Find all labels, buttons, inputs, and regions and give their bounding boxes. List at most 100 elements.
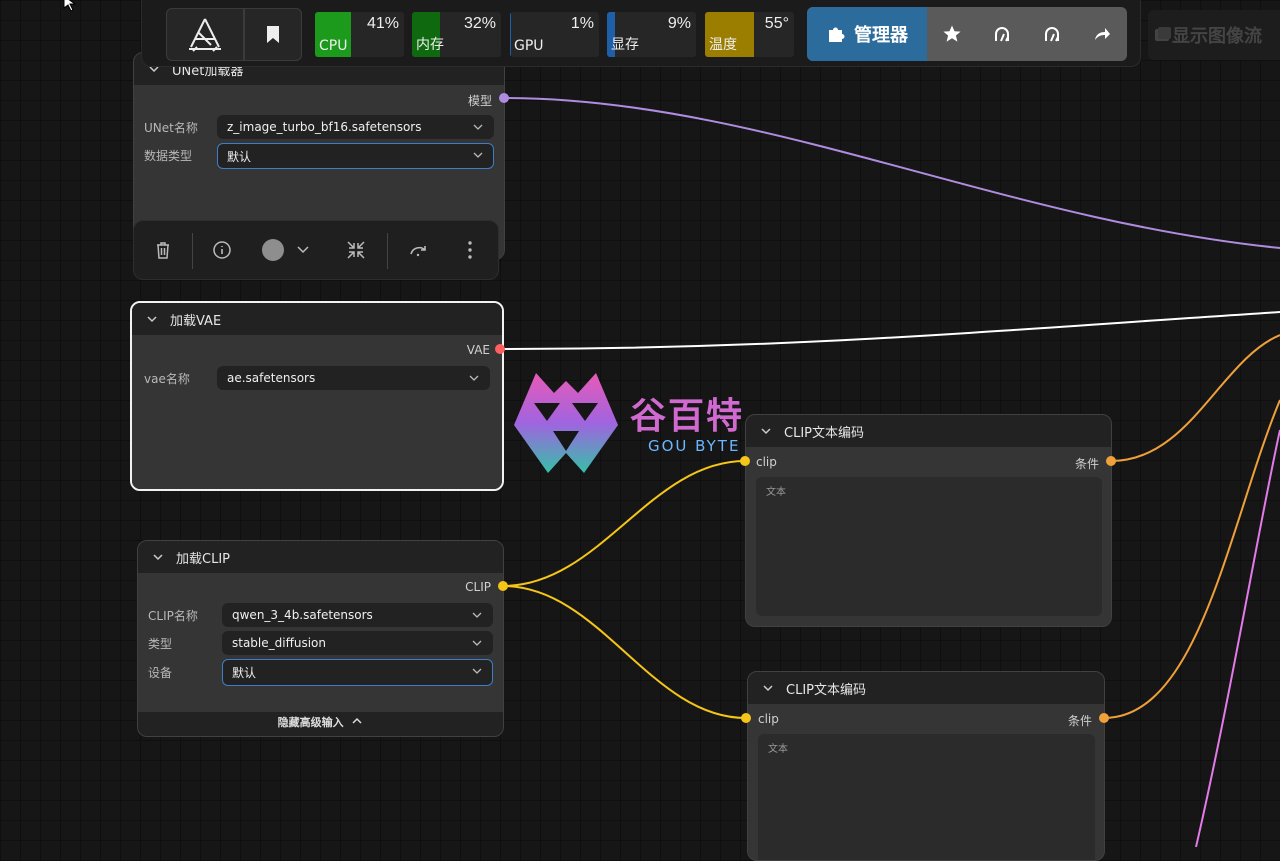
restart-button[interactable] (977, 7, 1027, 61)
select-value: stable_diffusion (232, 636, 327, 650)
widget-label: 设备 (148, 666, 173, 680)
node-header[interactable]: CLIP文本编码 (746, 415, 1111, 447)
gpu-meter: 1% GPU (510, 12, 599, 57)
meter-label: 内存 (416, 37, 444, 53)
clip-input-dot[interactable] (740, 456, 750, 466)
conditioning-output-dot[interactable] (1106, 456, 1116, 466)
clip-link-2 (502, 585, 747, 719)
select-value: ae.safetensors (227, 371, 316, 385)
color-picker-icon[interactable] (261, 239, 313, 261)
widget-label: 类型 (148, 637, 173, 651)
chevron-down-icon (472, 668, 482, 674)
chevron-down-icon[interactable] (758, 423, 774, 439)
cond-link-2 (1103, 399, 1280, 719)
input-slot-label: clip (758, 712, 779, 726)
node-title: CLIP文本编码 (784, 425, 864, 441)
bookmark-button[interactable] (244, 8, 302, 61)
share-icon (1095, 28, 1110, 40)
meter-value: 1% (570, 15, 594, 32)
vae-name-select[interactable]: ae.safetensors (217, 366, 490, 390)
clip-text-encode-node-2[interactable]: CLIP文本编码 clip 条件 文本 (747, 671, 1105, 861)
output-slot-label: 模型 (467, 94, 492, 108)
cond-link-1 (1110, 334, 1280, 462)
prompt-textarea[interactable]: 文本 (756, 477, 1102, 616)
device-select[interactable]: 默认 (222, 659, 493, 686)
vae-output-dot[interactable] (495, 344, 505, 354)
textarea-placeholder: 文本 (768, 744, 788, 755)
meter-label: CPU (319, 38, 348, 54)
puzzle-icon (829, 27, 845, 42)
chevron-down-icon (473, 124, 483, 130)
widget-label: 数据类型 (144, 149, 193, 163)
selection-toolbar (133, 220, 499, 280)
clip-name-select[interactable]: qwen_3_4b.safetensors (222, 603, 493, 627)
trash-icon[interactable] (152, 239, 174, 261)
node-title: CLIP文本编码 (786, 682, 866, 698)
dtype-select[interactable]: 默认 (217, 143, 494, 169)
meter-value: 9% (667, 15, 691, 32)
meter-label: GPU (514, 38, 544, 54)
clip-type-select[interactable]: stable_diffusion (222, 631, 493, 655)
conditioning-output-dot[interactable] (1099, 713, 1109, 723)
restart-icon (995, 27, 1009, 42)
star-button[interactable] (927, 7, 977, 61)
widget-label: vae名称 (144, 372, 190, 386)
node-header[interactable]: 加载VAE (132, 303, 502, 335)
select-value: qwen_3_4b.safetensors (232, 608, 373, 622)
more-icon[interactable] (459, 239, 481, 261)
clip-input-dot[interactable] (741, 713, 751, 723)
watermark-text-cn: 谷百特 (630, 396, 745, 437)
model-output-dot[interactable] (499, 93, 509, 103)
manager-button[interactable]: 管理器 (807, 7, 927, 61)
node-header[interactable]: CLIP文本编码 (748, 672, 1104, 704)
select-value: 默认 (232, 666, 257, 680)
pink-link (1195, 429, 1280, 847)
widget-label: CLIP名称 (148, 609, 198, 623)
meter-label: 显存 (611, 37, 639, 53)
load-clip-node[interactable]: 加载CLIP CLIP CLIP名称 qwen_3_4b.safetensors… (137, 540, 504, 737)
meter-label: 温度 (709, 37, 737, 53)
share-button[interactable] (1077, 7, 1127, 61)
temperature-meter: 55° 温度 (705, 12, 794, 57)
info-icon[interactable] (211, 239, 233, 261)
node-title: 加载CLIP (176, 551, 230, 567)
chevron-down-icon (472, 612, 482, 618)
chevron-down-icon (473, 152, 483, 158)
clip-text-encode-node-1[interactable]: CLIP文本编码 clip 条件 文本 (745, 414, 1112, 627)
chevron-down-icon[interactable] (150, 549, 166, 565)
manager-label: 管理器 (854, 25, 908, 46)
select-value: z_image_turbo_bf16.safetensors (227, 120, 422, 134)
chevron-down-icon (469, 375, 479, 381)
select-value: 默认 (227, 149, 252, 164)
chevron-down-icon (472, 640, 482, 646)
output-slot-label: CLIP (465, 580, 491, 594)
goubyte-logo-icon (514, 373, 618, 473)
show-image-flow-button[interactable]: 显示图像流 (1148, 10, 1280, 60)
vram-meter: 9% 显存 (607, 12, 696, 57)
chevron-down-icon[interactable] (144, 311, 160, 327)
widget-label: UNet名称 (144, 121, 198, 135)
load-vae-node[interactable]: 加载VAE VAE vae名称 ae.safetensors (130, 301, 504, 491)
meter-value: 55° (764, 15, 789, 32)
watermark-text-en: GOU BYTE (648, 437, 741, 455)
toggle-label: 隐藏高级输入 (277, 716, 344, 729)
restart-alt-button[interactable] (1027, 7, 1077, 61)
collapse-icon[interactable] (345, 239, 367, 261)
hide-advanced-inputs-toggle[interactable]: 隐藏高级输入 (138, 714, 503, 730)
model-link (503, 97, 1280, 249)
logo-button[interactable] (166, 8, 244, 61)
clip-output-dot[interactable] (498, 581, 508, 591)
node-header[interactable]: 加载CLIP (138, 541, 503, 573)
show-flow-label: 显示图像流 (1172, 26, 1262, 47)
meter-fill (510, 12, 511, 57)
output-slot-label: 条件 (1074, 457, 1099, 471)
meter-value: 41% (366, 15, 399, 32)
bypass-icon[interactable] (407, 239, 429, 261)
node-title: 加载VAE (170, 313, 222, 329)
prompt-textarea[interactable]: 文本 (758, 734, 1095, 860)
restart-alt-icon (1045, 27, 1059, 42)
chevron-down-icon[interactable] (760, 680, 776, 696)
star-icon (943, 25, 961, 42)
unet-name-select[interactable]: z_image_turbo_bf16.safetensors (217, 115, 494, 139)
chevron-up-icon (352, 717, 362, 724)
